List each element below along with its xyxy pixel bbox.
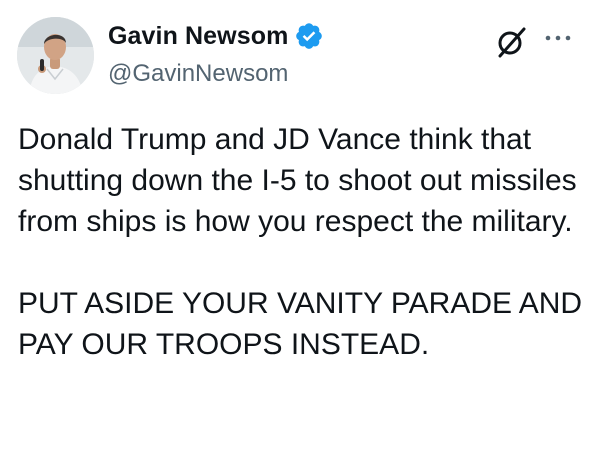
avatar[interactable]	[17, 17, 94, 94]
tweet-text: Donald Trump and JD Vance think that shu…	[18, 119, 593, 365]
verified-badge-icon	[294, 21, 324, 51]
author-handle[interactable]: @GavinNewsom	[108, 60, 288, 88]
avatar-photo	[17, 17, 94, 94]
more-options-icon[interactable]	[541, 28, 575, 48]
tweet-card: Gavin Newsom @GavinNewsom Donald Trump a…	[0, 0, 603, 449]
author-name-row: Gavin Newsom	[108, 21, 324, 51]
tweet-paragraph-1: Donald Trump and JD Vance think that shu…	[18, 123, 577, 238]
display-name[interactable]: Gavin Newsom	[108, 22, 288, 51]
tweet-paragraph-2: PUT ASIDE YOUR VANITY PARADE AND PAY OUR…	[18, 287, 583, 361]
grok-icon[interactable]	[494, 25, 528, 59]
